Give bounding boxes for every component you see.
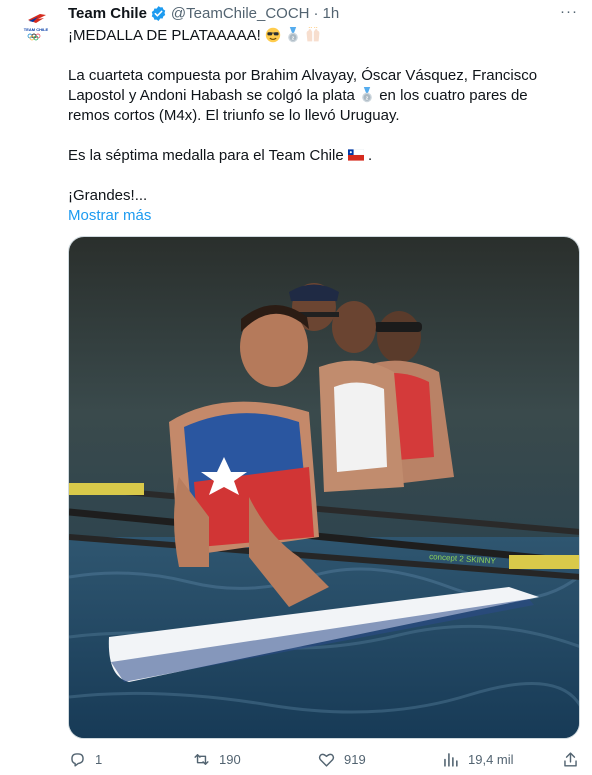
- like-count: 919: [344, 752, 366, 767]
- more-options-button[interactable]: ···: [560, 3, 578, 20]
- silver-medal-emoji-icon: 2: [362, 87, 372, 103]
- avatar-label: TEAM CHILE: [24, 27, 49, 32]
- tweet-paragraph-3: Es la séptima medalla para el Team Chile…: [68, 146, 568, 166]
- share-button[interactable]: [561, 750, 588, 769]
- tweet-text: ¡MEDALLA DE PLATAAAAA! 2 La cuarteta com…: [68, 26, 568, 226]
- reply-icon: [71, 753, 84, 767]
- verified-badge-icon[interactable]: [150, 5, 167, 22]
- raised-hands-emoji-icon: [306, 27, 320, 42]
- retweet-icon: [194, 754, 209, 765]
- author-name[interactable]: Team Chile: [68, 5, 147, 22]
- separator-dot: ·: [313, 4, 319, 22]
- reply-button[interactable]: 1: [68, 750, 102, 769]
- tweet-paragraph-2: La cuarteta compuesta por Brahim Alvayay…: [68, 66, 568, 126]
- tweet-header: Team Chile @TeamChile_COCH · 1h ···: [68, 3, 578, 23]
- like-button[interactable]: 919: [317, 750, 366, 769]
- svg-text:2: 2: [366, 95, 369, 101]
- paragraph-3-text-b: .: [368, 147, 373, 164]
- tweet-photo[interactable]: concept 2 SKINNY: [68, 236, 580, 739]
- svg-text:2: 2: [292, 35, 295, 41]
- analytics-icon: [444, 753, 458, 767]
- reply-count: 1: [95, 752, 103, 767]
- sunglasses-emoji-icon: [265, 27, 281, 43]
- paragraph-3-text-a: Es la séptima medalla para el Team Chile: [68, 147, 344, 164]
- show-more-link[interactable]: Mostrar más: [68, 206, 568, 226]
- silver-medal-emoji-icon: 2: [288, 27, 299, 43]
- views-count: 19,4 mil: [468, 752, 514, 767]
- author-handle[interactable]: @TeamChile_COCH: [171, 5, 310, 22]
- timestamp[interactable]: 1h: [323, 5, 340, 22]
- headline-text: ¡MEDALLA DE PLATAAAAA!: [68, 27, 261, 44]
- avatar[interactable]: TEAM CHILE: [14, 4, 58, 48]
- views-button[interactable]: 19,4 mil: [441, 750, 514, 769]
- tweet-actions: 1 190 919 19,4 mil: [68, 750, 588, 774]
- tweet-paragraph-4: ¡Grandes!...: [68, 187, 148, 204]
- retweet-count: 190: [219, 752, 241, 767]
- rowing-photo-image: concept 2 SKINNY: [69, 237, 579, 738]
- heart-icon: [318, 753, 335, 767]
- tweet-line-1: ¡MEDALLA DE PLATAAAAA! 2: [68, 26, 568, 46]
- retweet-button[interactable]: 190: [192, 750, 241, 769]
- chile-flag-emoji-icon: [347, 149, 364, 161]
- tweet[interactable]: TEAM CHILE Team Chile @TeamChile_COCH · …: [0, 0, 592, 775]
- share-icon: [564, 752, 577, 767]
- team-chile-logo: TEAM CHILE: [24, 14, 49, 41]
